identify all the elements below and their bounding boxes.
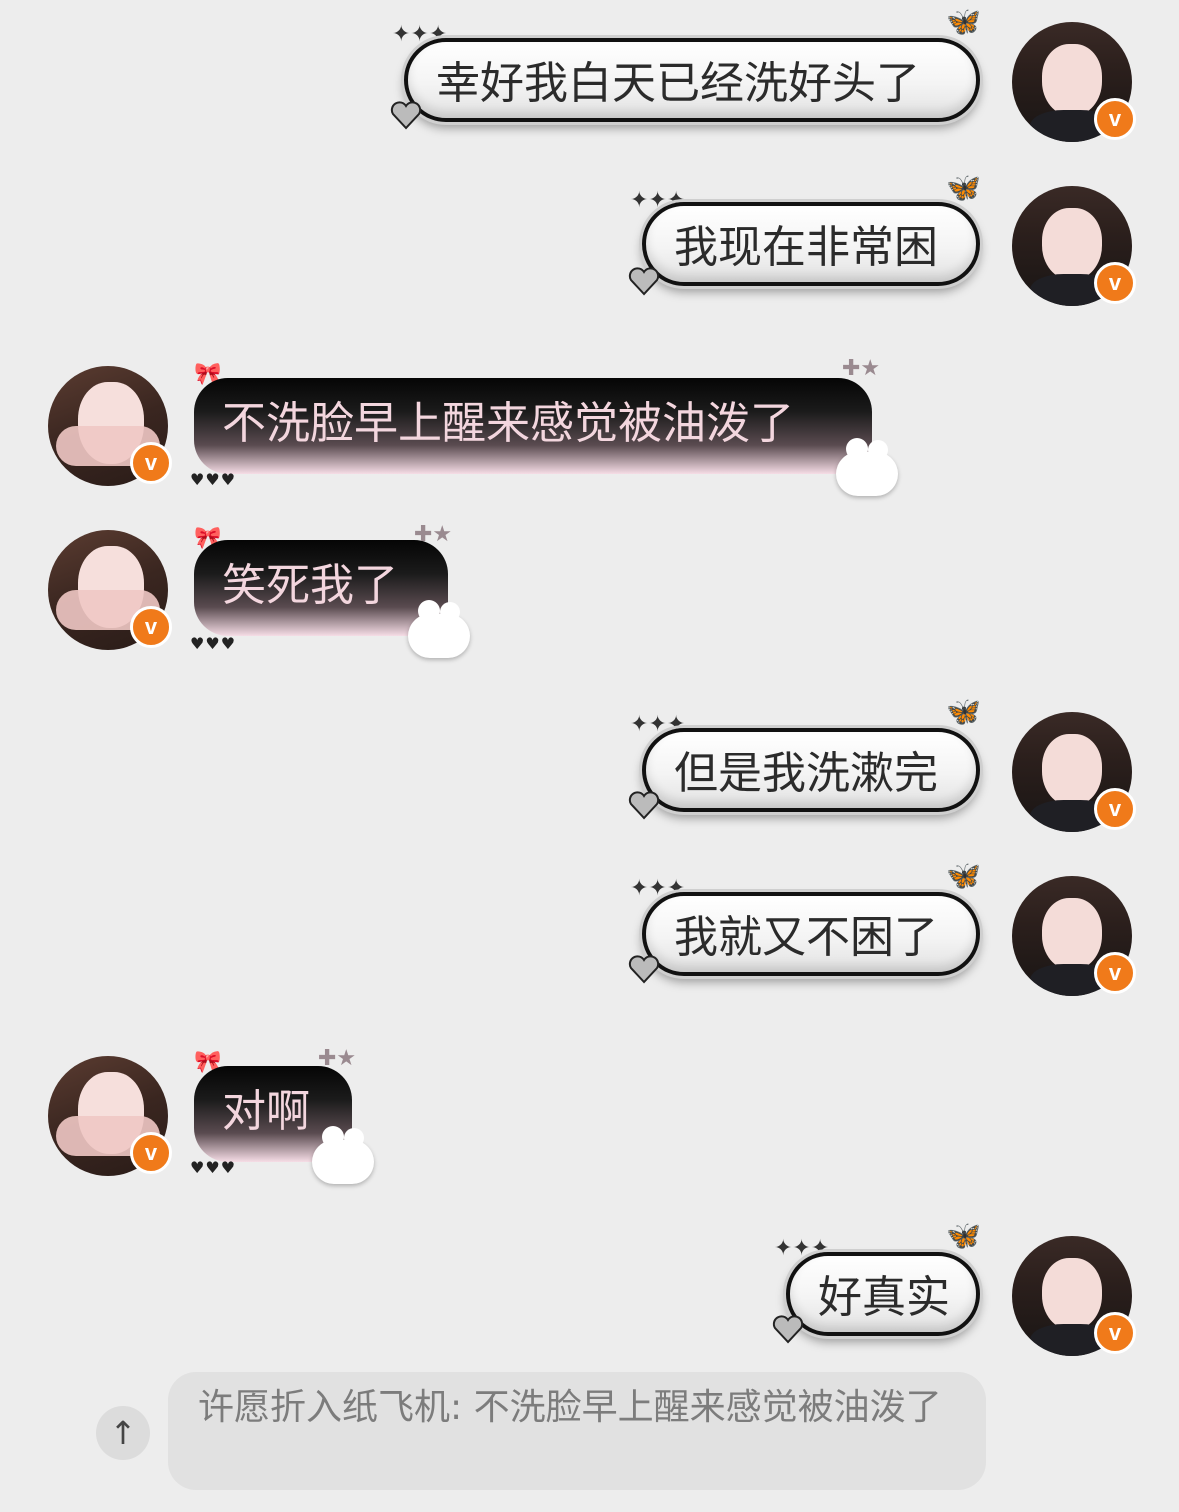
- message-text: 好真实: [818, 1272, 950, 1323]
- avatar[interactable]: v: [1012, 876, 1136, 996]
- cloud-icon: [836, 438, 898, 496]
- message-text: 幸好我白天已经洗好头了: [436, 58, 920, 109]
- verified-badge: v: [1094, 1312, 1136, 1354]
- avatar[interactable]: v: [48, 366, 172, 486]
- verified-badge: v: [130, 606, 172, 648]
- avatar[interactable]: v: [1012, 22, 1136, 142]
- message-text: 我就又不困了: [674, 912, 938, 963]
- cloud-icon: [312, 1126, 374, 1184]
- message-bubble[interactable]: 笑死我了: [194, 540, 448, 636]
- message-bubble[interactable]: 好真实: [786, 1252, 980, 1336]
- butterfly-icon: 🦋: [946, 859, 981, 892]
- avatar[interactable]: v: [48, 1056, 172, 1176]
- quoted-message-text: 许愿折入纸飞机: 不洗脸早上醒来感觉被油泼了: [198, 1387, 942, 1428]
- butterfly-icon: 🦋: [946, 5, 981, 38]
- heart-icon: [390, 101, 422, 130]
- message-bubble[interactable]: 我就又不困了: [642, 892, 980, 976]
- verified-badge: v: [1094, 788, 1136, 830]
- butterfly-icon: 🦋: [946, 695, 981, 728]
- bandage-icon: ✚★: [842, 356, 881, 381]
- hearts-decoration: ♥♥♥: [190, 1158, 237, 1177]
- verified-badge: v: [1094, 262, 1136, 304]
- verified-badge: v: [1094, 952, 1136, 994]
- avatar[interactable]: v: [1012, 1236, 1136, 1356]
- avatar[interactable]: v: [1012, 712, 1136, 832]
- message-text: 但是我洗漱完: [674, 748, 938, 799]
- cloud-icon: [408, 600, 470, 658]
- avatar[interactable]: v: [48, 530, 172, 650]
- hearts-decoration: ♥♥♥: [190, 634, 237, 653]
- message-text: 对啊: [222, 1086, 310, 1137]
- hearts-decoration: ♥♥♥: [190, 470, 237, 489]
- verified-badge: v: [1094, 98, 1136, 140]
- message-bubble[interactable]: 幸好我白天已经洗好头了: [404, 38, 980, 122]
- heart-icon: [628, 955, 660, 984]
- bandage-icon: ✚★: [414, 522, 453, 547]
- bandage-icon: ✚★: [318, 1046, 357, 1071]
- message-bubble[interactable]: 我现在非常困: [642, 202, 980, 286]
- butterfly-icon: 🦋: [946, 171, 981, 204]
- avatar[interactable]: v: [1012, 186, 1136, 306]
- message-text: 笑死我了: [222, 560, 398, 611]
- heart-icon: [772, 1315, 804, 1344]
- message-text: 不洗脸早上醒来感觉被油泼了: [222, 398, 794, 449]
- message-bubble[interactable]: 但是我洗漱完: [642, 728, 980, 812]
- message-bubble[interactable]: 不洗脸早上醒来感觉被油泼了: [194, 378, 872, 474]
- butterfly-icon: 🦋: [946, 1219, 981, 1252]
- verified-badge: v: [130, 442, 172, 484]
- message-text: 我现在非常困: [674, 222, 938, 273]
- quoted-message[interactable]: 许愿折入纸飞机: 不洗脸早上醒来感觉被油泼了: [168, 1372, 986, 1490]
- heart-icon: [628, 267, 660, 296]
- scroll-top-icon[interactable]: ↑: [96, 1406, 150, 1460]
- verified-badge: v: [130, 1132, 172, 1174]
- heart-icon: [628, 791, 660, 820]
